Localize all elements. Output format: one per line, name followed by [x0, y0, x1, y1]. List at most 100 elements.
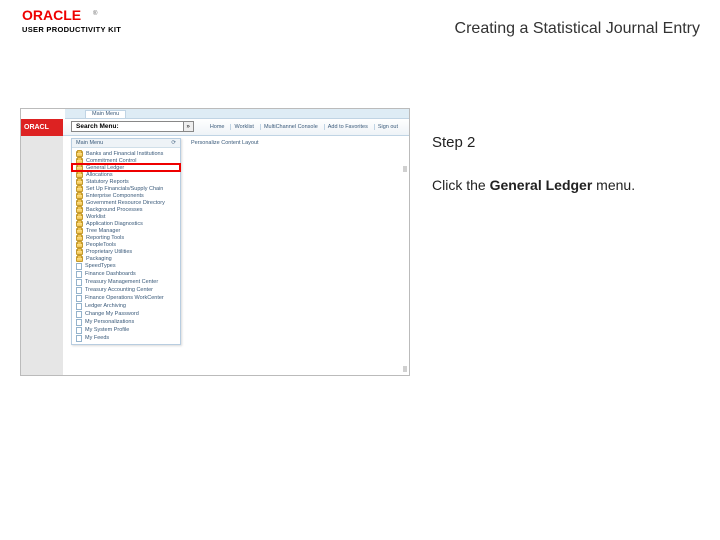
menu-item-reporting-tools[interactable]: Reporting Tools [72, 234, 180, 241]
menu-item-label: Proprietary Utilities [86, 249, 132, 255]
menu-item-finance-operations-workcenter[interactable]: Finance Operations WorkCenter [72, 294, 180, 302]
folder-icon [76, 172, 83, 178]
breadcrumb: Personalize Content Layout [191, 140, 259, 146]
nav-sign-out[interactable]: Sign out [374, 124, 401, 130]
document-icon [76, 335, 82, 342]
folder-icon [76, 235, 83, 241]
menu-item-my-system-profile[interactable]: My System Profile [72, 326, 180, 334]
nav-multichannel-console[interactable]: MultiChannel Console [260, 124, 321, 130]
menu-item-background-processes[interactable]: Background Processes [72, 206, 180, 213]
menu-item-finance-dashboards[interactable]: Finance Dashboards [72, 270, 180, 278]
folder-icon [76, 221, 83, 227]
menu-item-label: Statutory Reports [86, 179, 129, 185]
menu-item-label: Worklist [86, 214, 105, 220]
nav-add-to-favorites[interactable]: Add to Favorites [324, 124, 371, 130]
menu-item-treasury-accounting-center[interactable]: Treasury Accounting Center [72, 286, 180, 294]
folder-icon [76, 207, 83, 213]
folder-icon [76, 179, 83, 185]
main-menu-panel: Main Menu ⟳ Banks and Financial Institut… [71, 138, 181, 345]
folder-icon [76, 186, 83, 192]
folder-icon [76, 242, 83, 248]
menu-item-label: PeopleTools [86, 242, 116, 248]
menu-item-label: Finance Operations WorkCenter [85, 295, 164, 301]
menu-item-application-diagnostics[interactable]: Application Diagnostics [72, 220, 180, 227]
menu-item-general-ledger[interactable]: General Ledger [72, 164, 180, 171]
menu-item-set-up-financials-supply-chain[interactable]: Set Up Financials/Supply Chain [72, 185, 180, 192]
menu-item-peopletools[interactable]: PeopleTools [72, 241, 180, 248]
document-icon [76, 303, 82, 310]
menu-item-label: Tree Manager [86, 228, 120, 234]
menu-item-label: Set Up Financials/Supply Chain [86, 186, 163, 192]
menu-item-label: My Personalizations [85, 319, 134, 325]
instruction-panel: Step 2 Click the General Ledger menu. [432, 108, 700, 376]
menu-item-tree-manager[interactable]: Tree Manager [72, 227, 180, 234]
menu-item-label: Enterprise Components [86, 193, 144, 199]
menu-item-speedtypes[interactable]: SpeedTypes [72, 262, 180, 270]
step-label: Step 2 [432, 134, 700, 151]
menu-item-label: Allocations [86, 172, 113, 178]
folder-icon [76, 165, 83, 171]
menu-item-worklist[interactable]: Worklist [72, 213, 180, 220]
menu-item-label: Government Resource Directory [86, 200, 165, 206]
menu-item-my-feeds[interactable]: My Feeds [72, 334, 180, 342]
menu-item-ledger-archiving[interactable]: Ledger Archiving [72, 302, 180, 310]
svg-text:®: ® [93, 10, 98, 17]
menu-item-label: My System Profile [85, 327, 129, 333]
menu-item-enterprise-components[interactable]: Enterprise Components [72, 192, 180, 199]
svg-text:ORACLE: ORACLE [22, 8, 81, 23]
folder-icon [76, 158, 83, 164]
menu-item-label: Change My Password [85, 311, 139, 317]
document-icon [76, 319, 82, 326]
menu-item-label: Reporting Tools [86, 235, 124, 241]
menu-item-label: Banks and Financial Institutions [86, 151, 163, 157]
nav-worklist[interactable]: Worklist [230, 124, 256, 130]
document-icon [76, 327, 82, 334]
menu-item-label: Background Processes [86, 207, 143, 213]
embedded-screenshot: ORACL Main Menu HomeWorklistMultiChannel… [20, 108, 410, 376]
document-icon [76, 311, 82, 318]
oracle-upk-logo: ORACLE ® USER PRODUCTIVITY KIT [22, 8, 142, 34]
nav-home[interactable]: Home [207, 124, 228, 130]
product-line-label: USER PRODUCTIVITY KIT [22, 25, 142, 34]
menu-item-banks-and-financial-institutions[interactable]: Banks and Financial Institutions [72, 150, 180, 157]
oracle-strip: ORACL [21, 119, 63, 136]
document-icon [76, 287, 82, 294]
document-icon [76, 295, 82, 302]
menu-item-label: Treasury Accounting Center [85, 287, 153, 293]
folder-icon [76, 228, 83, 234]
search-input[interactable] [123, 122, 183, 131]
search-label: Search Menu: [72, 123, 123, 130]
folder-icon [76, 193, 83, 199]
search-menu[interactable]: Search Menu: » [71, 121, 194, 132]
menu-item-commitment-control[interactable]: Commitment Control [72, 157, 180, 164]
refresh-icon[interactable]: ⟳ [171, 140, 176, 146]
user-bar: Main Menu [65, 109, 409, 119]
menu-item-proprietary-utilities[interactable]: Proprietary Utilities [72, 248, 180, 255]
menu-item-label: My Feeds [85, 335, 109, 341]
menu-item-treasury-management-center[interactable]: Treasury Management Center [72, 278, 180, 286]
folder-icon [76, 200, 83, 206]
menu-item-label: Ledger Archiving [85, 303, 126, 309]
menu-item-change-my-password[interactable]: Change My Password [72, 310, 180, 318]
document-icon [76, 271, 82, 278]
search-go-icon[interactable]: » [183, 122, 193, 131]
menu-item-packaging[interactable]: Packaging [72, 255, 180, 262]
menu-item-statutory-reports[interactable]: Statutory Reports [72, 178, 180, 185]
menu-item-government-resource-directory[interactable]: Government Resource Directory [72, 199, 180, 206]
page-title: Creating a Statistical Journal Entry [455, 20, 700, 38]
menu-header: Main Menu [76, 140, 103, 146]
menu-item-label: Packaging [86, 256, 112, 262]
folder-icon [76, 256, 83, 262]
folder-icon [76, 249, 83, 255]
menu-item-allocations[interactable]: Allocations [72, 171, 180, 178]
menu-item-my-personalizations[interactable]: My Personalizations [72, 318, 180, 326]
menu-item-label: Finance Dashboards [85, 271, 136, 277]
document-icon [76, 263, 82, 270]
folder-icon [76, 214, 83, 220]
menu-item-label: Treasury Management Center [85, 279, 158, 285]
folder-icon [76, 151, 83, 157]
menu-item-label: SpeedTypes [85, 263, 116, 269]
menu-item-label: Commitment Control [86, 158, 136, 164]
tab-main-menu[interactable]: Main Menu [85, 110, 126, 118]
step-instruction: Click the General Ledger menu. [432, 177, 700, 193]
